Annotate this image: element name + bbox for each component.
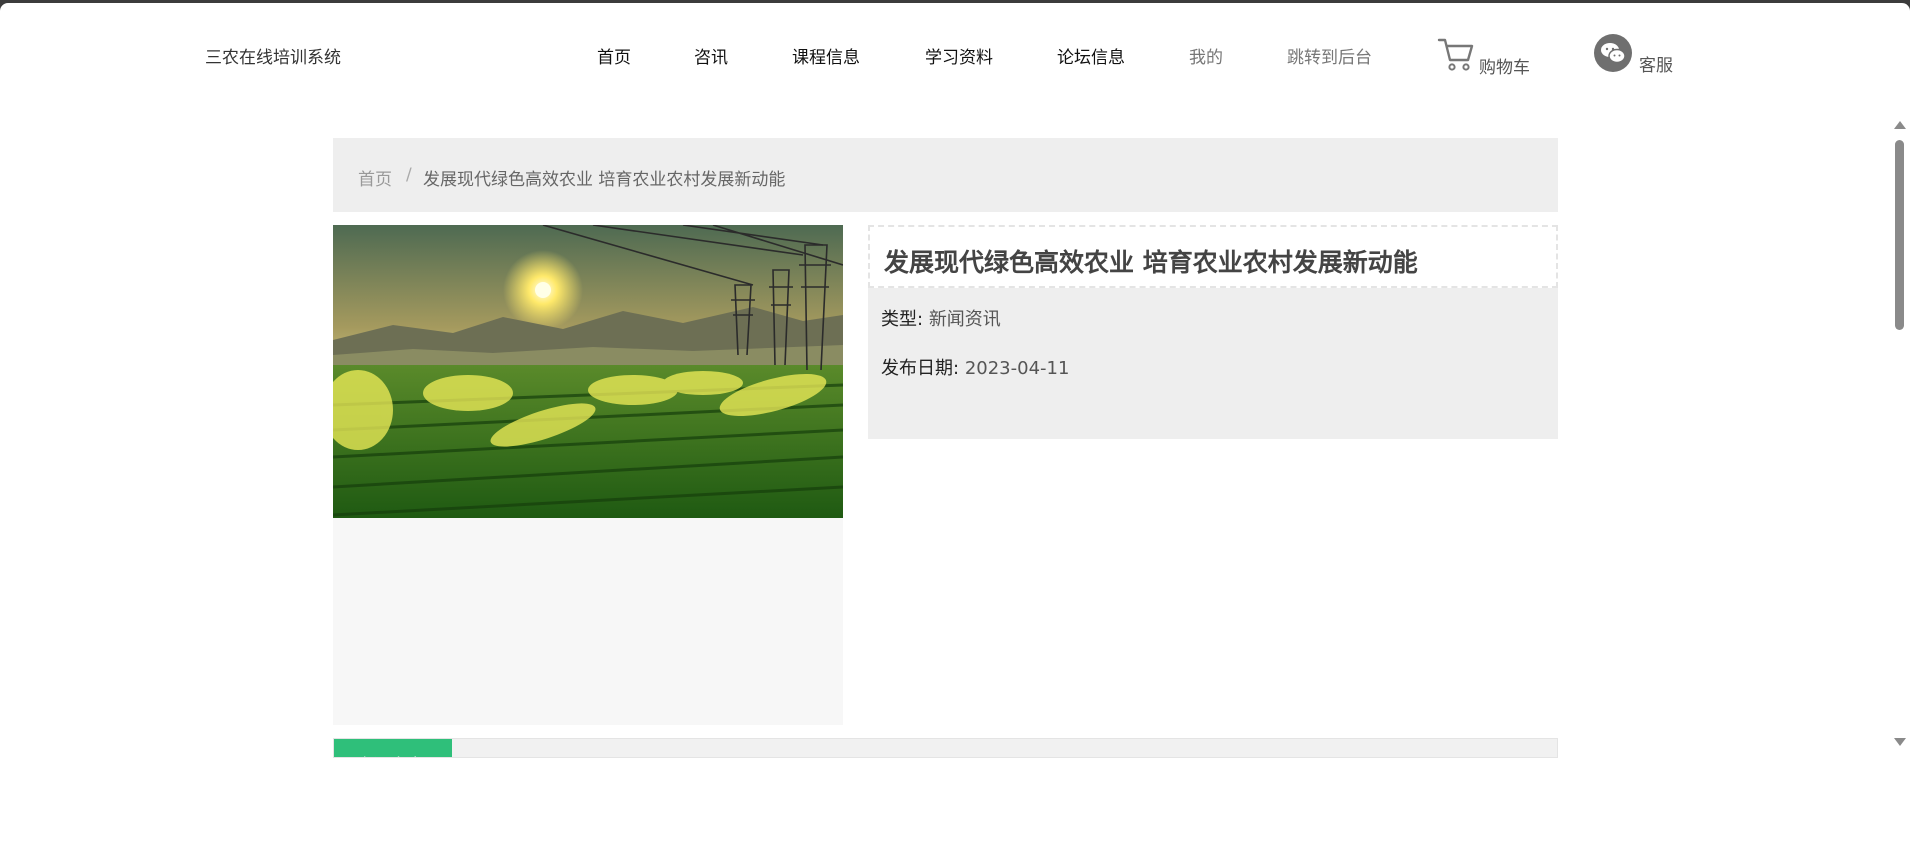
tab-news-content[interactable]: 资讯内容 <box>334 739 452 757</box>
article-title-box: 发展现代绿色高效农业 培育农业农村发展新动能 <box>868 225 1558 288</box>
scroll-up-arrow-icon[interactable] <box>1894 121 1906 129</box>
content-tab-strip: 资讯内容 <box>333 738 1558 758</box>
nav-item-courses[interactable]: 课程信息 <box>792 43 860 68</box>
shopping-cart-icon <box>1437 38 1474 71</box>
nav-item-materials[interactable]: 学习资料 <box>925 43 993 68</box>
article-type-row: 类型: 新闻资讯 <box>881 305 1001 331</box>
article-date-row: 发布日期: 2023-04-11 <box>881 354 1069 380</box>
nav-item-forum[interactable]: 论坛信息 <box>1057 43 1125 68</box>
breadcrumb-current: 发展现代绿色高效农业 培育农业农村发展新动能 <box>423 170 786 190</box>
browser-window: 三农在线培训系统 首页 咨讯 课程信息 学习资料 论坛信息 我的 跳转到后台 购… <box>0 3 1910 855</box>
scroll-thumb[interactable] <box>1895 140 1904 330</box>
cart-label: 购物车 <box>1479 58 1530 78</box>
nav-item-news[interactable]: 咨讯 <box>694 43 728 68</box>
nav-item-mine[interactable]: 我的 <box>1189 43 1223 68</box>
wechat-icon <box>1594 34 1632 72</box>
service-label: 客服 <box>1639 56 1673 76</box>
farmland-sunset-photo <box>333 225 843 518</box>
site-title[interactable]: 三农在线培训系统 <box>205 43 341 68</box>
nav-item-home[interactable]: 首页 <box>597 43 631 68</box>
cart-link[interactable]: 购物车 <box>1437 36 1577 78</box>
article-date-label: 发布日期: <box>881 358 960 379</box>
article-title: 发展现代绿色高效农业 培育农业农村发展新动能 <box>884 248 1418 277</box>
article-info-panel: 发展现代绿色高效农业 培育农业农村发展新动能 类型: 新闻资讯 发布日期: 20… <box>868 225 1558 439</box>
article-type-value: 新闻资讯 <box>928 309 1001 330</box>
article-type-label: 类型: <box>881 309 924 330</box>
page-scrollbar[interactable] <box>1891 118 1906 750</box>
image-panel <box>333 225 843 725</box>
scroll-down-arrow-icon[interactable] <box>1894 738 1906 746</box>
breadcrumb: 首页 / 发展现代绿色高效农业 培育农业农村发展新动能 <box>333 138 1558 212</box>
breadcrumb-separator: / <box>406 165 412 185</box>
article-date-value: 2023-04-11 <box>964 358 1070 379</box>
nav-item-admin[interactable]: 跳转到后台 <box>1287 43 1372 68</box>
breadcrumb-home-link[interactable]: 首页 <box>358 165 392 190</box>
customer-service-link[interactable]: 客服 <box>1594 34 1704 78</box>
